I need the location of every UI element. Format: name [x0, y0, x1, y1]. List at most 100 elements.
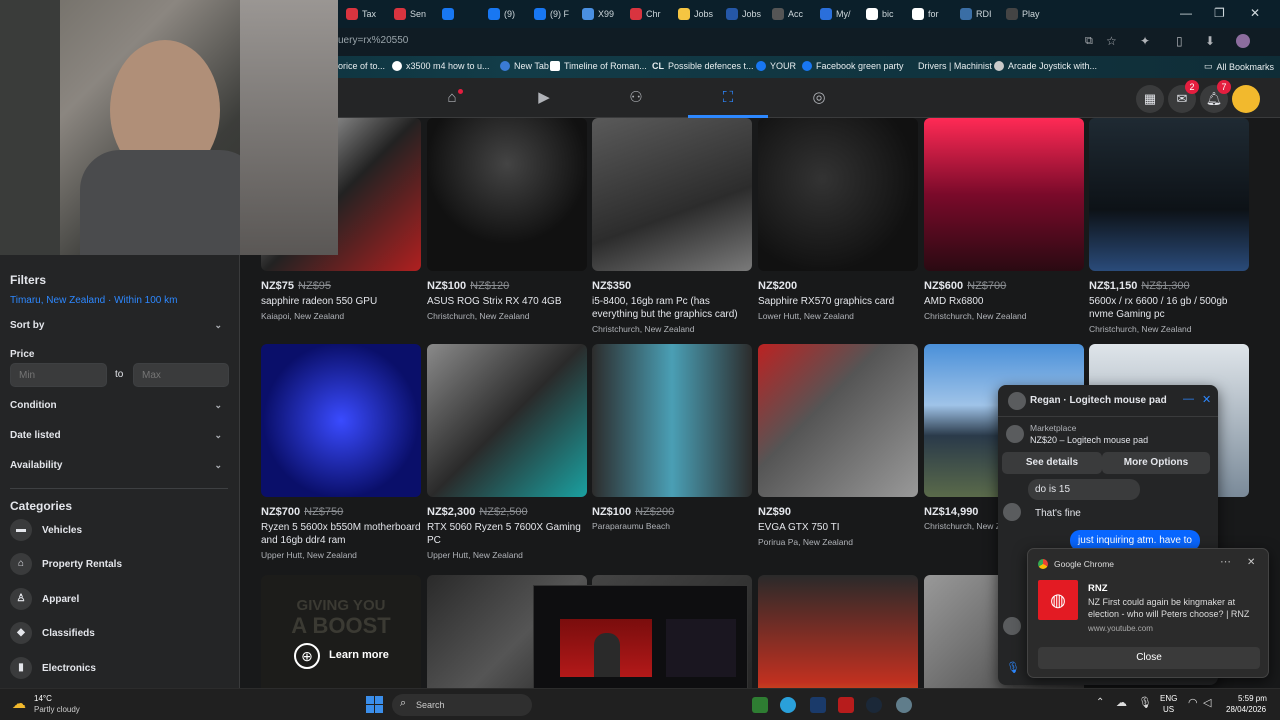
notifications-button[interactable]: 🔔︎ 7: [1200, 80, 1231, 113]
listing-card[interactable]: [758, 575, 918, 688]
all-bookmarks[interactable]: ▭ All Bookmarks: [1204, 61, 1274, 72]
bookmark-item[interactable]: CL Possible defences t...: [652, 61, 754, 71]
app-icon[interactable]: [810, 697, 826, 713]
chevron-up-icon[interactable]: ⌃: [1096, 697, 1104, 708]
listing-card[interactable]: NZ$100 NZ$120 ASUS ROG Strix RX 470 4GB C…: [427, 118, 587, 321]
close-icon[interactable]: ✕: [1247, 557, 1255, 568]
weather-icon[interactable]: ☁︎: [12, 695, 26, 712]
category-apparel[interactable]: ♙ Apparel: [10, 588, 79, 610]
max-price-input[interactable]: [133, 363, 229, 387]
browser-tab[interactable]: Play: [1000, 4, 1046, 24]
app-icon[interactable]: [752, 697, 768, 713]
minimize-icon[interactable]: —: [1180, 6, 1192, 20]
listing-card[interactable]: NZ$350 i5-8400, 16gb ram Pc (has everyth…: [592, 118, 752, 334]
browser-tab[interactable]: Jobs: [720, 4, 767, 24]
listing-card[interactable]: NZ$90 EVGA GTX 750 TI Porirua Pa, New Ze…: [758, 344, 918, 547]
taskbar-search[interactable]: ⌕ Search: [392, 694, 532, 716]
learn-more-link[interactable]: Learn more: [329, 649, 389, 661]
cloud-icon[interactable]: ☁︎: [1116, 696, 1127, 709]
listing-location: Kaiapoi, New Zealand: [261, 311, 345, 321]
groups-icon[interactable]: ◎: [810, 90, 828, 106]
more-icon[interactable]: ⋯: [1220, 555, 1231, 568]
see-details-button[interactable]: See details: [1002, 452, 1102, 474]
min-price-input[interactable]: [10, 363, 107, 387]
microphone-icon[interactable]: 🎙︎: [1006, 661, 1020, 674]
menu-button[interactable]: ▦: [1136, 85, 1164, 113]
settings-icon[interactable]: [896, 697, 912, 713]
sponsored-ad-card[interactable]: GIVING YOU A BOOST ⊕ Learn more: [261, 575, 421, 688]
url-field[interactable]: uery=rx%20550: [338, 35, 408, 46]
minimize-icon[interactable]: —: [1183, 393, 1194, 405]
bookmark-item[interactable]: orice of to...: [338, 61, 385, 71]
facebook-icon: [442, 8, 454, 20]
browser-tab[interactable]: for: [906, 4, 945, 24]
listing-old-price: NZ$1,300: [1141, 280, 1190, 292]
bookmark-item[interactable]: Timeline of Roman...: [550, 61, 647, 71]
messenger-button[interactable]: ✉ 2: [1168, 80, 1199, 113]
sidepanel-icon[interactable]: ▯: [1176, 34, 1183, 48]
joystick-icon: [994, 61, 1004, 71]
bookmark-item[interactable]: x3500 m4 how to u...: [392, 61, 490, 71]
star-icon[interactable]: ☆: [1106, 34, 1117, 48]
browser-tab[interactable]: [436, 4, 464, 24]
bookmark-item[interactable]: Drivers | Machinist: [918, 61, 992, 71]
close-icon[interactable]: ✕: [1250, 6, 1260, 20]
browser-tab[interactable]: (9): [482, 4, 521, 24]
condition-dropdown[interactable]: Condition ⌄: [10, 400, 222, 411]
marketplace-icon[interactable]: ⛶: [719, 90, 737, 106]
listing-card[interactable]: NZ$600 NZ$700 AMD Rx6800 Christchurch, Ne…: [924, 118, 1084, 321]
profile-avatar[interactable]: [1236, 34, 1250, 48]
notification-close-button[interactable]: Close: [1038, 647, 1260, 669]
date-listed-dropdown[interactable]: Date listed ⌄: [10, 430, 222, 441]
bookmark-item[interactable]: Facebook green party: [802, 61, 904, 71]
listing-image: [758, 575, 918, 688]
browser-tab[interactable]: bic: [860, 4, 900, 24]
account-avatar[interactable]: [1232, 85, 1260, 113]
download-icon[interactable]: ⬇: [1205, 34, 1215, 48]
shirt-icon: ♙: [10, 588, 32, 610]
bookmark-item[interactable]: YOUR: [756, 61, 796, 71]
browser-tab[interactable]: (9) F: [528, 4, 575, 24]
listing-card[interactable]: NZ$100 NZ$200 Paraparaumu Beach: [592, 344, 752, 531]
browser-tab[interactable]: RDI: [954, 4, 998, 24]
bookmark-item[interactable]: Arcade Joystick with...: [994, 61, 1097, 71]
listing-title: EVGA GTX 750 TI: [758, 522, 840, 533]
friends-icon[interactable]: ⚇: [627, 90, 645, 106]
browser-tab[interactable]: X99: [576, 4, 620, 24]
microphone-icon[interactable]: 🎙︎: [1138, 696, 1152, 709]
chat-item-title: NZ$20 – Logitech mouse pad: [1030, 435, 1149, 445]
browser-tab[interactable]: Jobs: [672, 4, 719, 24]
close-icon[interactable]: ✕: [1202, 393, 1211, 406]
maximize-icon[interactable]: ❐: [1214, 6, 1225, 20]
category-property-rentals[interactable]: ⌂ Property Rentals: [10, 553, 122, 575]
listing-card[interactable]: NZ$1,150 NZ$1,300 5600x / rx 6600 / 16 gb…: [1089, 118, 1249, 334]
chat-header[interactable]: Regan · Logitech mouse pad — ✕: [998, 385, 1218, 417]
browser-tab[interactable]: My/: [814, 4, 857, 24]
category-vehicles[interactable]: ▬ Vehicles: [10, 519, 82, 541]
steam-icon[interactable]: [866, 697, 882, 713]
browser-tab[interactable]: Chr: [624, 4, 667, 24]
windows-start-icon[interactable]: [366, 696, 383, 713]
location-filter[interactable]: Timaru, New Zealand · Within 100 km: [10, 295, 177, 306]
availability-dropdown[interactable]: Availability ⌄: [10, 460, 222, 471]
sort-by-dropdown[interactable]: Sort by ⌄: [10, 320, 222, 331]
volume-icon[interactable]: ◁: [1203, 696, 1211, 709]
video-icon[interactable]: ▶: [535, 90, 553, 106]
category-classifieds[interactable]: ◆ Classifieds: [10, 622, 95, 644]
extensions-icon[interactable]: ✦: [1140, 34, 1150, 48]
clock-time[interactable]: 5:59 pm: [1238, 694, 1267, 703]
browser-tab[interactable]: Acc: [766, 4, 809, 24]
telegram-icon[interactable]: [780, 697, 796, 713]
listing-card[interactable]: NZ$200 Sapphire RX570 graphics card Lowe…: [758, 118, 918, 321]
browser-tab[interactable]: Sen: [388, 4, 432, 24]
language-code[interactable]: ENG: [1160, 694, 1177, 703]
bookmark-item[interactable]: New Tab: [500, 61, 549, 71]
category-electronics[interactable]: ▮ Electronics: [10, 657, 96, 679]
browser-tab[interactable]: Tax: [340, 4, 382, 24]
more-options-button[interactable]: More Options: [1102, 452, 1210, 474]
listing-card[interactable]: NZ$700 NZ$750 Ryzen 5 5600x b550M motherb…: [261, 344, 421, 560]
install-icon[interactable]: ⧉: [1085, 35, 1093, 48]
wifi-icon[interactable]: ◠: [1188, 696, 1198, 709]
app-icon[interactable]: [838, 697, 854, 713]
listing-card[interactable]: NZ$2,300 NZ$2,500 RTX 5060 Ryzen 5 7600X …: [427, 344, 587, 560]
